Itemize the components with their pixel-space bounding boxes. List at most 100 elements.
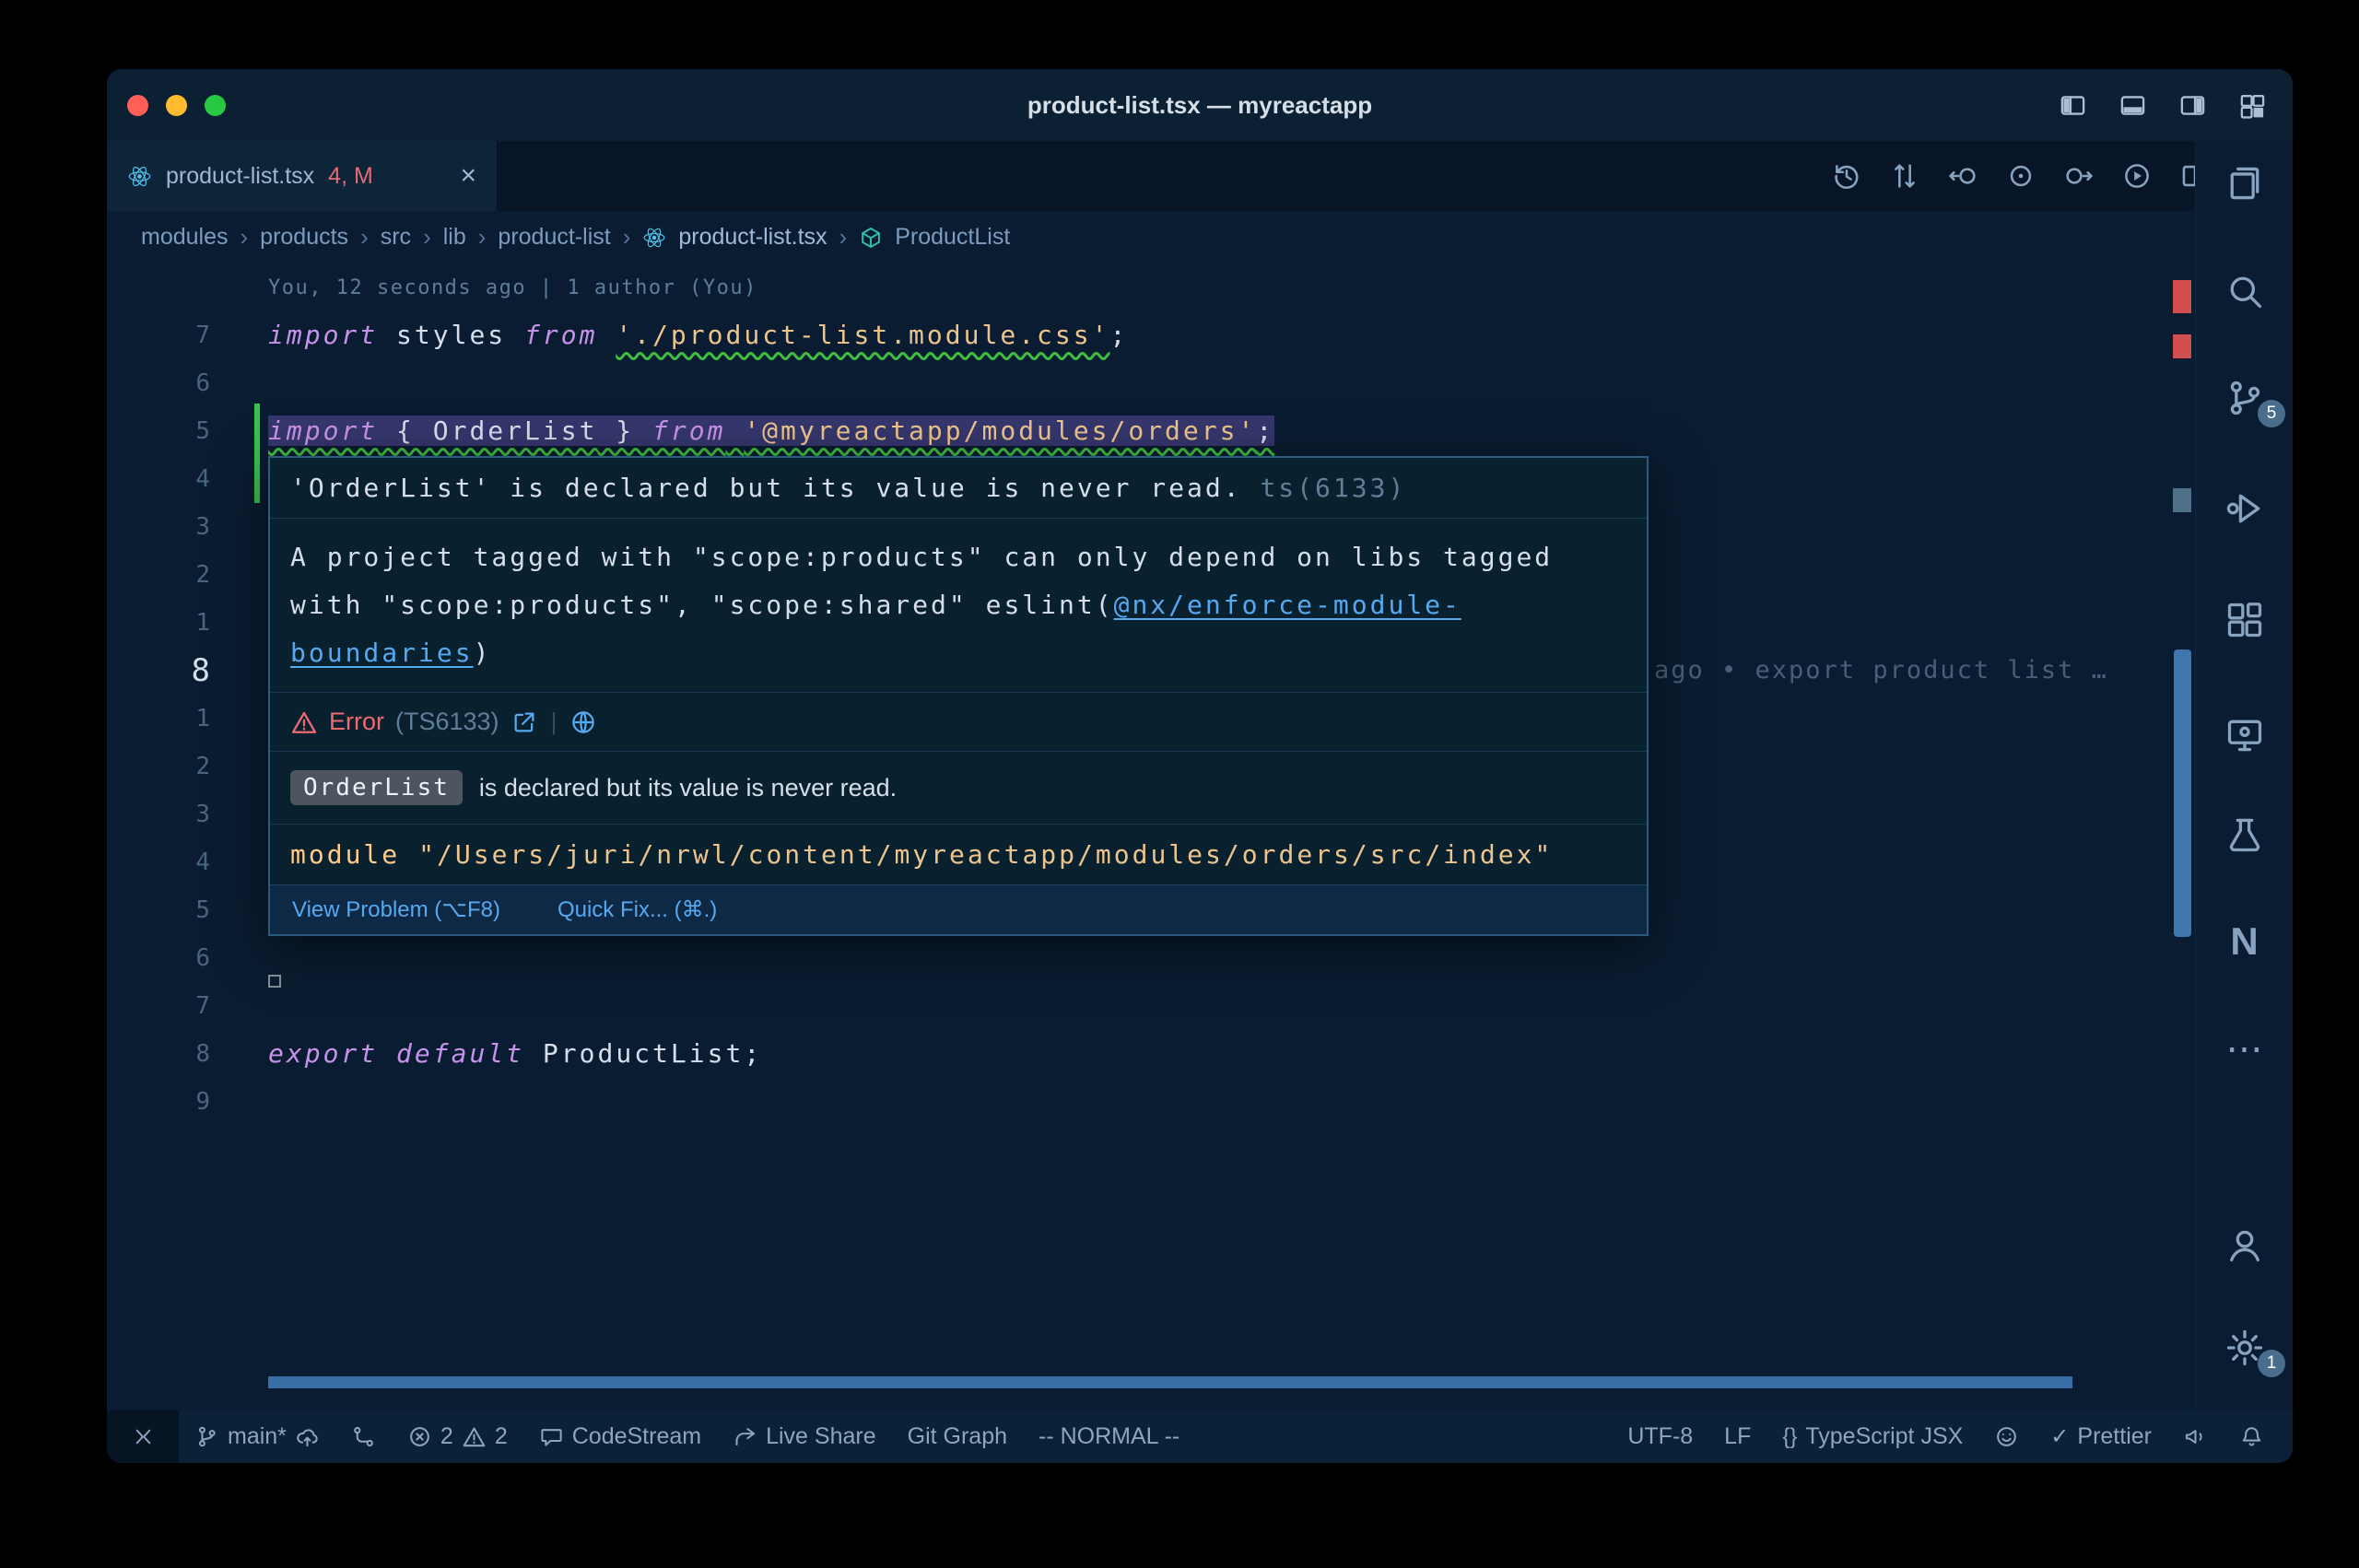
code-line[interactable]: 5import { OrderList } from '@myreactapp/… <box>107 407 2171 455</box>
code-line[interactable]: 8export default ProductList; <box>107 1030 2171 1078</box>
line-number: 4 <box>107 838 227 886</box>
external-link-icon[interactable] <box>511 708 538 736</box>
chevron-right-icon: › <box>423 223 431 252</box>
vscode-window: product-list.tsx — myreactapp product-li… <box>107 69 2293 1463</box>
timeline-icon[interactable] <box>1831 160 1862 192</box>
accounts-icon[interactable] <box>2196 1212 2293 1279</box>
close-tab-icon[interactable]: × <box>460 162 476 190</box>
editor[interactable]: You, 12 seconds ago | 1 author (You) 7im… <box>107 263 2195 1410</box>
line-number: 3 <box>107 503 227 551</box>
ts-message-text: 'OrderList' is declared but its value is… <box>290 473 1260 503</box>
status-prettier[interactable]: ✓Prettier <box>2035 1410 2167 1463</box>
testing-icon[interactable] <box>2196 802 2293 868</box>
line-number: 8 <box>107 1030 227 1078</box>
line-number: 4 <box>107 455 227 503</box>
settings-gear-icon[interactable]: 1 <box>2196 1315 2293 1381</box>
extensions-icon[interactable] <box>2196 587 2293 653</box>
feedback-icon <box>1994 1424 2019 1449</box>
status-label: Live Share <box>766 1423 876 1450</box>
status-live-share[interactable]: Live Share <box>717 1410 892 1463</box>
code-line[interactable]: 6 <box>107 359 2171 407</box>
compare-changes-icon[interactable] <box>1889 160 1920 192</box>
check-icon: ✓ <box>2050 1423 2069 1450</box>
status-label: TypeScript JSX <box>1805 1423 1963 1450</box>
view-problem-action[interactable]: View Problem (⌥F8) <box>292 896 500 923</box>
code-line[interactable]: 6 <box>107 934 2171 982</box>
status-git-graph[interactable]: Git Graph <box>892 1410 1023 1463</box>
toggle-primary-sidebar-icon[interactable] <box>2059 91 2087 120</box>
line-number: 2 <box>107 743 227 790</box>
nx-console-icon[interactable]: N <box>2196 908 2293 975</box>
activity-badge: 5 <box>2258 400 2285 427</box>
status-notifications[interactable] <box>2224 1410 2280 1463</box>
module-path: "/Users/juri/nrwl/content/myreactapp/mod… <box>418 839 1553 870</box>
status-bar: main* 22 CodeStream Live Share Git Graph-- N… <box>107 1410 2293 1463</box>
more-views-icon[interactable]: ⋯ <box>2196 1016 2293 1082</box>
breadcrumb-item[interactable]: src <box>381 224 411 251</box>
info-mark <box>2173 488 2191 512</box>
overview-ruler[interactable] <box>2171 263 2195 1410</box>
status-git-branch[interactable]: main* <box>179 1410 335 1463</box>
search-icon[interactable] <box>2196 258 2293 324</box>
status-label: UTF-8 <box>1627 1423 1693 1450</box>
status-eol[interactable]: LF <box>1708 1410 1766 1463</box>
changes-icon[interactable] <box>2005 160 2036 192</box>
quick-fix-action[interactable]: Quick Fix... (⌘.) <box>557 896 717 923</box>
code-line[interactable]: 7 <box>107 982 2171 1030</box>
code-line[interactable]: 7import styles from './product-list.modu… <box>107 311 2171 359</box>
status-codestream[interactable]: CodeStream <box>523 1410 717 1463</box>
explorer-icon[interactable] <box>2196 150 2293 216</box>
hover-tooltip: 'OrderList' is declared but its value is… <box>268 456 1649 936</box>
remote-icon <box>131 1424 156 1449</box>
live-share-icon <box>733 1424 757 1449</box>
status-problems[interactable]: 22 <box>392 1410 523 1463</box>
breadcrumb-item[interactable]: product-list <box>498 224 610 251</box>
eslint-text: with "scope:products", "scope:shared" es… <box>290 590 1114 620</box>
chevron-right-icon: › <box>241 223 249 252</box>
globe-icon[interactable] <box>569 708 597 736</box>
status-language-mode[interactable]: {}TypeScript JSX <box>1766 1410 1978 1463</box>
eslint-rule-link[interactable]: boundaries <box>290 638 474 668</box>
status-commit-graph[interactable] <box>335 1410 392 1463</box>
inline-blame: ago • export product list … <box>1654 647 2108 695</box>
remote-explorer-icon[interactable] <box>2196 702 2293 768</box>
toggle-panel-icon[interactable] <box>2118 91 2147 120</box>
chevron-right-icon: › <box>478 223 487 252</box>
code-line[interactable]: 9 <box>107 1078 2171 1126</box>
hover-ts-message: 'OrderList' is declared but its value is… <box>270 458 1647 518</box>
breadcrumb-symbol[interactable]: ProductList <box>895 224 1010 251</box>
tab-label: product-list.tsx <box>166 163 314 190</box>
error-mark <box>2173 334 2191 358</box>
previous-change-icon[interactable] <box>1947 160 1978 192</box>
status-label: main* <box>228 1423 287 1450</box>
source-control-icon[interactable]: 5 <box>2196 365 2293 431</box>
breadcrumb-item[interactable]: products <box>260 224 348 251</box>
eslint-text: ) <box>474 638 492 668</box>
run-debug-icon[interactable] <box>2196 475 2293 542</box>
status-encoding[interactable]: UTF-8 <box>1612 1410 1708 1463</box>
status-vim-mode[interactable]: -- NORMAL -- <box>1023 1410 1195 1463</box>
status-label: CodeStream <box>572 1423 701 1450</box>
status-left: main* 22 CodeStream Live Share Git Graph-- N… <box>107 1410 1195 1463</box>
error-icon <box>407 1424 432 1449</box>
breadcrumb-item[interactable]: modules <box>141 224 229 251</box>
vertical-scrollbar-thumb[interactable] <box>2174 649 2191 937</box>
toggle-secondary-sidebar-icon[interactable] <box>2178 91 2207 120</box>
hover-resize-handle[interactable] <box>268 975 281 988</box>
error-code: (TS6133) <box>395 708 499 736</box>
react-icon <box>127 164 152 189</box>
tab-product-list[interactable]: product-list.tsx 4, M × <box>107 141 498 211</box>
eslint-rule-link[interactable]: @nx/enforce-module- <box>1114 590 1461 620</box>
next-change-icon[interactable] <box>2063 160 2095 192</box>
ts-error-code: ts(6133) <box>1260 473 1406 503</box>
breadcrumb-item[interactable]: lib <box>443 224 466 251</box>
breadcrumb-file[interactable]: product-list.tsx <box>678 224 827 251</box>
codelens-blame[interactable]: You, 12 seconds ago | 1 author (You) <box>268 276 757 299</box>
status-feedback[interactable] <box>1978 1410 2035 1463</box>
status-announcement[interactable] <box>2167 1410 2224 1463</box>
window-layout-controls <box>2059 69 2267 141</box>
horizontal-scrollbar[interactable] <box>268 1376 2072 1388</box>
run-icon[interactable] <box>2121 160 2153 192</box>
customize-layout-icon[interactable] <box>2238 91 2267 120</box>
status-remote-indicator[interactable] <box>107 1410 179 1463</box>
